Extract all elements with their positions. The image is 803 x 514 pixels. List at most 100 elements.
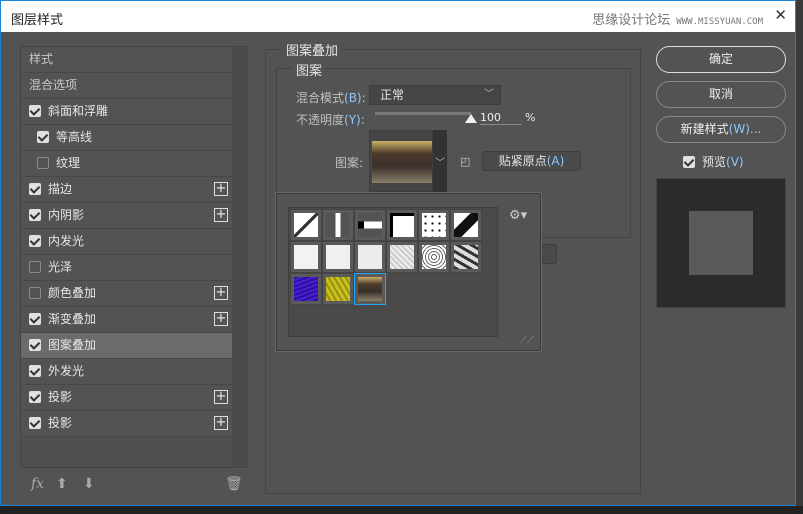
- pattern-white-noise-2[interactable]: [322, 241, 354, 273]
- checkbox-icon[interactable]: [683, 155, 695, 168]
- checkbox-icon[interactable]: [29, 208, 41, 221]
- opacity-label: 不透明度(Y):: [296, 113, 365, 127]
- background-canvas: [0, 506, 803, 514]
- checkbox-icon[interactable]: [29, 260, 41, 273]
- opacity-input[interactable]: 100: [480, 111, 522, 125]
- sidebar-item[interactable]: 投影 +: [21, 411, 232, 437]
- sidebar-item-label: 等高线: [56, 130, 93, 144]
- checkbox-icon[interactable]: [37, 156, 49, 169]
- ok-button[interactable]: 确定: [656, 46, 786, 73]
- new-preset-icon[interactable]: ◰: [460, 155, 470, 168]
- sidebar-item[interactable]: 外发光: [21, 359, 232, 385]
- sidebar-item[interactable]: 图案叠加: [21, 333, 232, 359]
- sidebar-item-label: 内阴影: [48, 208, 85, 222]
- plus-icon[interactable]: +: [214, 286, 228, 300]
- sidebar-item-label: 混合选项: [29, 78, 78, 92]
- opacity-slider-thumb[interactable]: [465, 114, 477, 123]
- pattern-horizontal-bar[interactable]: [354, 209, 386, 241]
- pattern-diagonal-thick[interactable]: [450, 209, 482, 241]
- sidebar-item[interactable]: 描边 +: [21, 177, 232, 203]
- checkbox-icon[interactable]: [29, 312, 41, 325]
- sidebar-item[interactable]: 混合选项: [21, 73, 232, 99]
- layer-style-dialog: 图层样式 思缘设计论坛 WWW.MISSYUAN.COM ✕ 样式混合选项斜面和浮…: [0, 0, 796, 506]
- plus-icon[interactable]: +: [214, 390, 228, 404]
- sidebar-item-label: 样式: [29, 52, 54, 66]
- plus-icon[interactable]: +: [214, 416, 228, 430]
- checkbox-icon[interactable]: [29, 364, 41, 377]
- sidebar-item-label: 描边: [48, 182, 73, 196]
- pattern-blue-texture[interactable]: [290, 273, 322, 305]
- plus-icon[interactable]: +: [214, 208, 228, 222]
- sidebar-item[interactable]: 投影 +: [21, 385, 232, 411]
- checkbox-icon[interactable]: [29, 234, 41, 247]
- sidebar-item-label: 光泽: [48, 260, 73, 274]
- pattern-diagonal-line[interactable]: [290, 209, 322, 241]
- hidden-field: [539, 244, 557, 264]
- resize-handle[interactable]: ⟋⟋: [520, 335, 534, 346]
- gear-icon[interactable]: ⚙▾: [509, 208, 527, 223]
- sidebar-item-label: 外发光: [48, 364, 85, 378]
- cancel-button[interactable]: 取消: [656, 81, 786, 108]
- sidebar-item[interactable]: 样式: [21, 47, 232, 73]
- sidebar-item[interactable]: 内发光: [21, 229, 232, 255]
- checkbox-icon[interactable]: [29, 416, 41, 429]
- dialog-title: 图层样式: [11, 13, 64, 28]
- sidebar-item[interactable]: 渐变叠加 +: [21, 307, 232, 333]
- sidebar-item[interactable]: 颜色叠加 +: [21, 281, 232, 307]
- blend-mode-select[interactable]: 正常 ﹀: [369, 85, 501, 105]
- sidebar-item-label: 斜面和浮雕: [48, 104, 109, 118]
- plus-icon[interactable]: +: [214, 182, 228, 196]
- snap-to-origin-button[interactable]: 贴紧原点(A): [482, 151, 581, 171]
- pattern-corner-frame[interactable]: [386, 209, 418, 241]
- fx-button[interactable]: fx: [31, 476, 44, 492]
- pattern-vertical-bar[interactable]: [322, 209, 354, 241]
- checkbox-icon[interactable]: [37, 130, 49, 143]
- blend-mode-label: 混合模式(B):: [296, 91, 366, 105]
- pattern-street-photo[interactable]: [354, 273, 386, 305]
- group-title: 图案叠加: [282, 40, 343, 59]
- sidebar-item[interactable]: 斜面和浮雕: [21, 99, 232, 125]
- checkbox-icon[interactable]: [29, 338, 41, 351]
- sidebar-item-label: 投影: [48, 390, 73, 404]
- sidebar-item-label: 纹理: [56, 156, 81, 170]
- arrow-up-icon[interactable]: ⬆: [56, 476, 68, 492]
- title-bar: 图层样式 思缘设计论坛 WWW.MISSYUAN.COM ✕: [1, 1, 795, 32]
- checkbox-icon[interactable]: [29, 182, 41, 195]
- pattern-picker-popup: ⚙▾ ⟋⟋: [276, 193, 541, 351]
- sidebar-item[interactable]: 内阴影 +: [21, 203, 232, 229]
- checkbox-icon[interactable]: [29, 390, 41, 403]
- arrow-down-icon[interactable]: ⬇: [83, 476, 95, 492]
- pattern-camouflage[interactable]: [450, 241, 482, 273]
- opacity-slider[interactable]: [375, 112, 471, 115]
- pattern-white-noise-3[interactable]: [354, 241, 386, 273]
- close-icon[interactable]: ✕: [774, 6, 787, 24]
- list-scrollbar[interactable]: [232, 47, 248, 467]
- pattern-grid: [288, 207, 498, 337]
- opacity-unit: %: [525, 111, 536, 124]
- plus-icon[interactable]: +: [214, 312, 228, 326]
- styles-list: 样式混合选项斜面和浮雕等高线纹理描边 + 内阴影 + 内发光光泽颜色叠加 + 渐变叠加 + 图案…: [20, 46, 248, 468]
- checkbox-icon[interactable]: [29, 104, 41, 117]
- pattern-white-noise-1[interactable]: [290, 241, 322, 273]
- sidebar-item[interactable]: 等高线: [21, 125, 232, 151]
- sidebar-item[interactable]: 纹理: [21, 151, 232, 177]
- pattern-concentric-squares[interactable]: [418, 241, 450, 273]
- trash-icon[interactable]: 🗑: [225, 476, 243, 492]
- pattern-gray-noise[interactable]: [386, 241, 418, 273]
- pattern-thumbnail: [372, 141, 432, 183]
- sidebar-item-label: 渐变叠加: [48, 312, 97, 326]
- pattern-dots[interactable]: [418, 209, 450, 241]
- sidebar-item-label: 内发光: [48, 234, 85, 248]
- style-preview: [656, 178, 786, 308]
- new-style-button[interactable]: 新建样式(W)...: [656, 116, 786, 143]
- sidebar-item[interactable]: 光泽: [21, 255, 232, 281]
- pattern-label: 图案:: [335, 156, 364, 170]
- sidebar-item-label: 颜色叠加: [48, 286, 97, 300]
- pattern-yellow-texture[interactable]: [322, 273, 354, 305]
- pattern-dropdown-button[interactable]: ﹀: [433, 130, 447, 192]
- watermark: 思缘设计论坛 WWW.MISSYUAN.COM: [592, 13, 763, 28]
- preview-checkbox[interactable]: 预览(V): [683, 153, 744, 170]
- pattern-swatch[interactable]: [369, 130, 433, 192]
- checkbox-icon[interactable]: [29, 286, 41, 299]
- sidebar-item-label: 图案叠加: [48, 338, 97, 352]
